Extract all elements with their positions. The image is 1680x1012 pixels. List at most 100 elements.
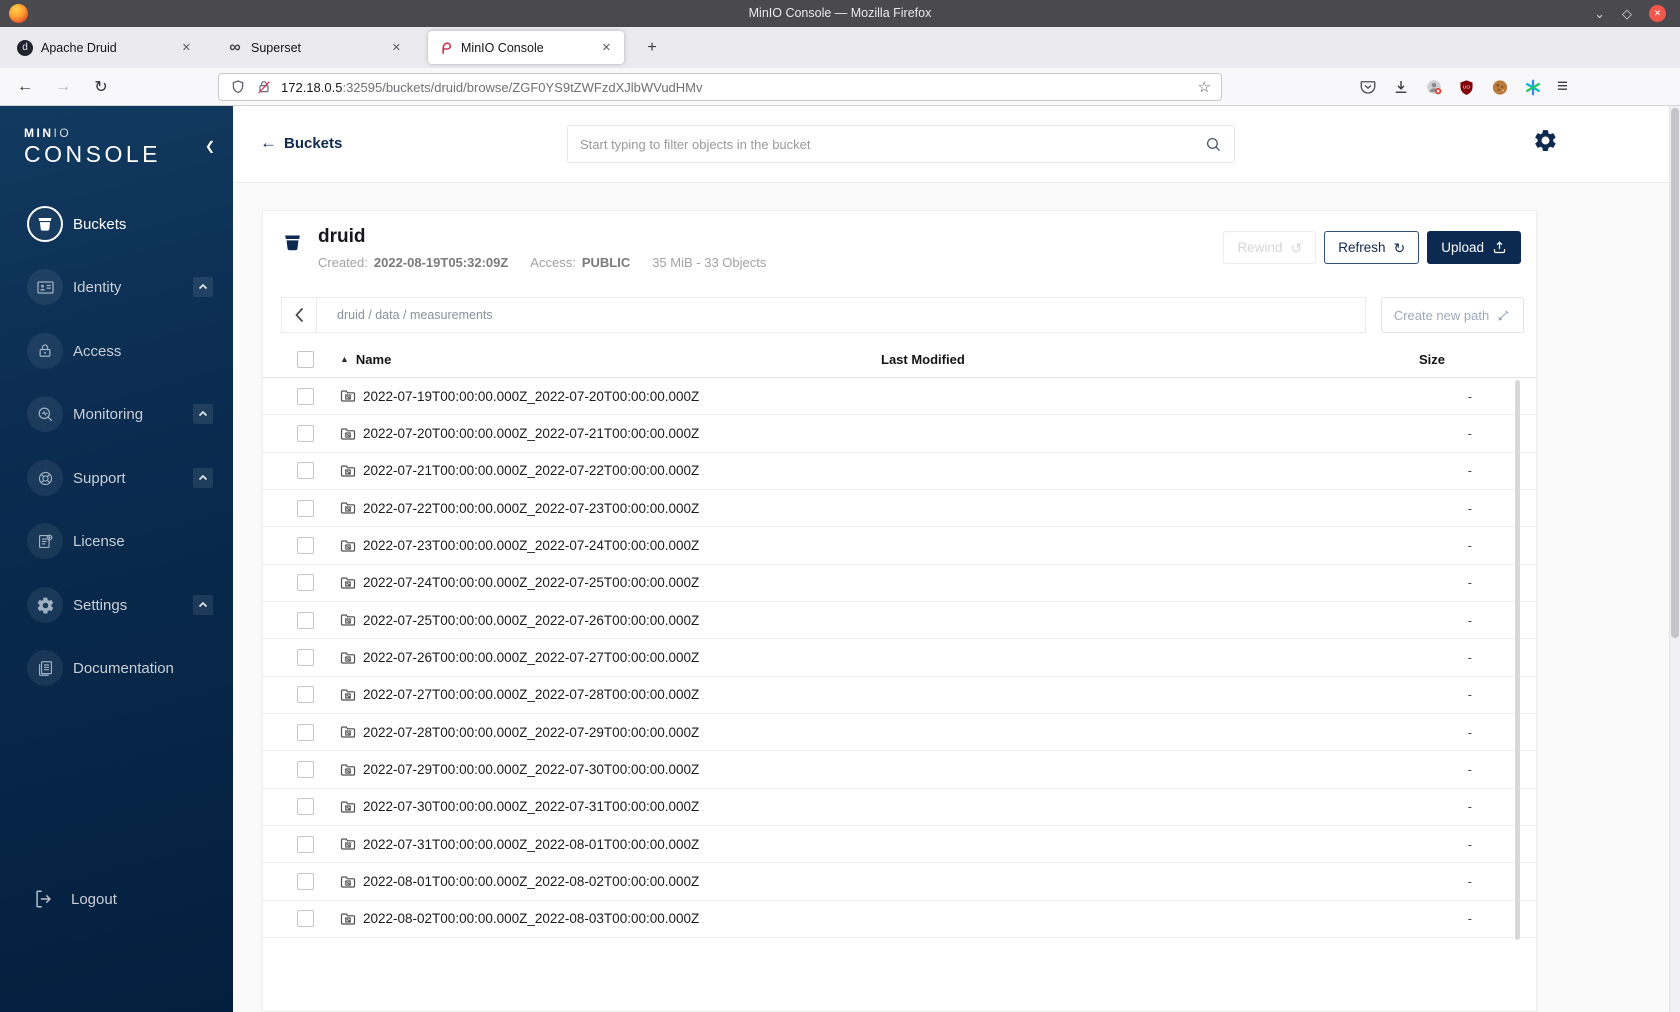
- table-row[interactable]: 2022-07-31T00:00:00.000Z_2022-08-01T00:0…: [263, 826, 1536, 864]
- insecure-lock-icon[interactable]: [255, 78, 273, 96]
- row-checkbox[interactable]: [297, 761, 314, 779]
- nav-back-button[interactable]: ←: [12, 75, 38, 99]
- settings-gear-icon[interactable]: [1533, 128, 1558, 153]
- column-header-size[interactable]: Size: [1419, 352, 1445, 367]
- object-name[interactable]: 2022-07-24T00:00:00.000Z_2022-07-25T00:0…: [363, 575, 699, 590]
- search-input[interactable]: [580, 136, 1205, 152]
- sidebar-item-documentation[interactable]: Documentation: [0, 646, 233, 690]
- select-all-checkbox[interactable]: [297, 350, 314, 368]
- object-name[interactable]: 2022-07-27T00:00:00.000Z_2022-07-28T00:0…: [363, 687, 699, 702]
- cookie-icon[interactable]: [1491, 78, 1509, 96]
- nav-reload-button[interactable]: ↻: [88, 75, 114, 99]
- table-scrollbar[interactable]: [1515, 380, 1520, 940]
- row-checkbox[interactable]: [297, 873, 314, 891]
- shield-icon[interactable]: [229, 78, 247, 96]
- sidebar-item-monitoring[interactable]: Monitoring: [0, 392, 233, 436]
- ublock-icon[interactable]: UO: [1458, 78, 1476, 96]
- row-checkbox[interactable]: [297, 387, 314, 405]
- row-checkbox[interactable]: [297, 723, 314, 741]
- chevron-up-icon[interactable]: [193, 468, 213, 488]
- sidebar-item-license[interactable]: License: [0, 519, 233, 563]
- object-name[interactable]: 2022-07-21T00:00:00.000Z_2022-07-22T00:0…: [363, 463, 699, 478]
- rewind-button[interactable]: Rewind ↺: [1223, 231, 1317, 264]
- table-row[interactable]: 2022-08-01T00:00:00.000Z_2022-08-02T00:0…: [263, 863, 1536, 901]
- row-checkbox[interactable]: [297, 462, 314, 480]
- tab-close-icon[interactable]: ✕: [178, 39, 195, 56]
- window-minimize-icon[interactable]: ⌄: [1594, 7, 1605, 20]
- object-filter-search[interactable]: [567, 125, 1235, 163]
- chevron-up-icon[interactable]: [193, 595, 213, 615]
- asterisk-extension-icon[interactable]: [1524, 78, 1542, 96]
- sidebar-item-settings[interactable]: Settings: [0, 583, 233, 627]
- window-maximize-icon[interactable]: ◇: [1622, 7, 1632, 20]
- tab-superset[interactable]: ∞ Superset ✕: [218, 31, 414, 64]
- table-row[interactable]: 2022-07-28T00:00:00.000Z_2022-07-29T00:0…: [263, 714, 1536, 752]
- sidebar-item-logout[interactable]: Logout: [0, 877, 233, 921]
- url-bar[interactable]: 172.18.0.5:32595/buckets/druid/browse/ZG…: [218, 73, 1222, 101]
- object-name[interactable]: 2022-07-30T00:00:00.000Z_2022-07-31T00:0…: [363, 799, 699, 814]
- chevron-up-icon[interactable]: [193, 404, 213, 424]
- table-row[interactable]: 2022-07-22T00:00:00.000Z_2022-07-23T00:0…: [263, 490, 1536, 528]
- breadcrumb[interactable]: druid / data / measurements: [337, 308, 493, 322]
- object-name[interactable]: 2022-07-22T00:00:00.000Z_2022-07-23T00:0…: [363, 501, 699, 516]
- table-row[interactable]: 2022-07-24T00:00:00.000Z_2022-07-25T00:0…: [263, 565, 1536, 603]
- tab-close-icon[interactable]: ✕: [598, 39, 615, 56]
- table-row[interactable]: 2022-07-27T00:00:00.000Z_2022-07-28T00:0…: [263, 677, 1536, 715]
- sidebar-item-access[interactable]: Access: [0, 329, 233, 373]
- row-checkbox[interactable]: [297, 649, 314, 667]
- table-row[interactable]: 2022-07-25T00:00:00.000Z_2022-07-26T00:0…: [263, 602, 1536, 640]
- pocket-icon[interactable]: [1359, 78, 1377, 96]
- object-name[interactable]: 2022-07-29T00:00:00.000Z_2022-07-30T00:0…: [363, 762, 699, 777]
- url-text[interactable]: 172.18.0.5:32595/buckets/druid/browse/ZG…: [281, 80, 1190, 95]
- object-name[interactable]: 2022-07-23T00:00:00.000Z_2022-07-24T00:0…: [363, 538, 699, 553]
- tab-apache-druid[interactable]: d Apache Druid ✕: [8, 31, 204, 64]
- row-checkbox[interactable]: [297, 686, 314, 704]
- extension-avatar-icon[interactable]: [1425, 78, 1443, 96]
- bookmark-star-icon[interactable]: ☆: [1198, 78, 1211, 96]
- object-name[interactable]: 2022-08-02T00:00:00.000Z_2022-08-03T00:0…: [363, 911, 699, 926]
- row-checkbox[interactable]: [297, 537, 314, 555]
- sidebar-item-buckets[interactable]: Buckets: [0, 202, 233, 246]
- row-checkbox[interactable]: [297, 499, 314, 517]
- object-name[interactable]: 2022-07-19T00:00:00.000Z_2022-07-20T00:0…: [363, 389, 699, 404]
- table-row[interactable]: 2022-08-02T00:00:00.000Z_2022-08-03T00:0…: [263, 901, 1536, 939]
- object-name[interactable]: 2022-07-31T00:00:00.000Z_2022-08-01T00:0…: [363, 837, 699, 852]
- object-name[interactable]: 2022-07-25T00:00:00.000Z_2022-07-26T00:0…: [363, 613, 699, 628]
- refresh-button[interactable]: Refresh ↻: [1324, 231, 1420, 264]
- table-row[interactable]: 2022-07-29T00:00:00.000Z_2022-07-30T00:0…: [263, 751, 1536, 789]
- row-checkbox[interactable]: [297, 425, 314, 443]
- access-value[interactable]: PUBLIC: [582, 255, 630, 270]
- sidebar-item-support[interactable]: Support: [0, 456, 233, 500]
- new-tab-button[interactable]: +: [640, 36, 664, 60]
- nav-forward-button[interactable]: →: [50, 75, 76, 99]
- object-name[interactable]: 2022-07-28T00:00:00.000Z_2022-07-29T00:0…: [363, 725, 699, 740]
- download-icon[interactable]: [1392, 78, 1410, 96]
- table-row[interactable]: 2022-07-21T00:00:00.000Z_2022-07-22T00:0…: [263, 453, 1536, 491]
- breadcrumb-back-icon[interactable]: [282, 298, 317, 332]
- page-scrollbar-track[interactable]: [1669, 106, 1680, 1012]
- tab-close-icon[interactable]: ✕: [388, 39, 405, 56]
- chevron-up-icon[interactable]: [193, 277, 213, 297]
- table-row[interactable]: 2022-07-26T00:00:00.000Z_2022-07-27T00:0…: [263, 639, 1536, 677]
- object-name[interactable]: 2022-08-01T00:00:00.000Z_2022-08-02T00:0…: [363, 874, 699, 889]
- tab-minio-console[interactable]: MinIO Console ✕: [428, 31, 624, 64]
- create-new-path-button[interactable]: Create new path: [1381, 297, 1524, 333]
- row-checkbox[interactable]: [297, 910, 314, 928]
- row-checkbox[interactable]: [297, 835, 314, 853]
- table-row[interactable]: 2022-07-19T00:00:00.000Z_2022-07-20T00:0…: [263, 378, 1536, 416]
- column-header-last-modified[interactable]: Last Modified: [881, 352, 965, 367]
- object-name[interactable]: 2022-07-20T00:00:00.000Z_2022-07-21T00:0…: [363, 426, 699, 441]
- object-name[interactable]: 2022-07-26T00:00:00.000Z_2022-07-27T00:0…: [363, 650, 699, 665]
- sidebar-collapse-icon[interactable]: ❮: [205, 139, 215, 153]
- table-row[interactable]: 2022-07-30T00:00:00.000Z_2022-07-31T00:0…: [263, 789, 1536, 827]
- window-close-icon[interactable]: ✕: [1649, 5, 1666, 22]
- table-row[interactable]: 2022-07-23T00:00:00.000Z_2022-07-24T00:0…: [263, 527, 1536, 565]
- row-checkbox[interactable]: [297, 798, 314, 816]
- page-scrollbar-thumb[interactable]: [1671, 108, 1679, 638]
- upload-button[interactable]: Upload: [1427, 231, 1521, 264]
- table-row[interactable]: 2022-07-20T00:00:00.000Z_2022-07-21T00:0…: [263, 415, 1536, 453]
- menu-hamburger-icon[interactable]: ≡: [1557, 76, 1568, 98]
- column-header-name[interactable]: ▲ Name: [340, 352, 391, 367]
- sidebar-item-identity[interactable]: Identity: [0, 265, 233, 309]
- back-to-buckets-link[interactable]: ← Buckets: [260, 133, 342, 153]
